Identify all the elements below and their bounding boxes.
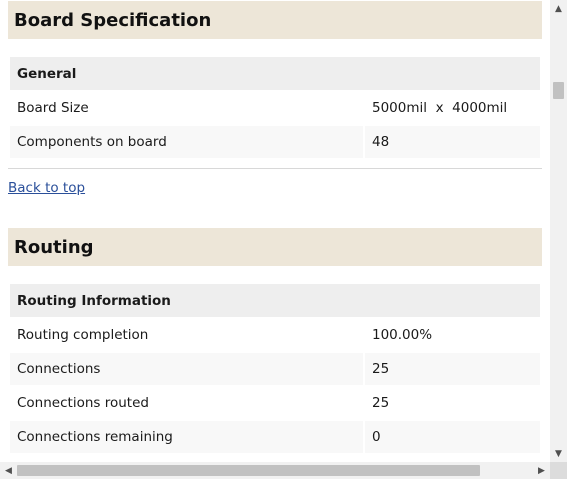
horizontal-scrollbar[interactable]: ◀ ▶ <box>0 462 550 479</box>
scroll-down-arrow-icon[interactable]: ▼ <box>550 445 567 462</box>
routing-header: Routing <box>8 228 542 266</box>
report-viewport: Board Specification General Board Size 5… <box>0 0 550 462</box>
scroll-right-arrow-icon[interactable]: ▶ <box>533 462 550 479</box>
group-label-general: General <box>10 57 540 90</box>
horizontal-scroll-thumb[interactable] <box>17 465 480 476</box>
row-value: 0 <box>365 421 540 453</box>
table-row: Components on board 48 <box>10 126 540 158</box>
group-label-routing-information: Routing Information <box>10 284 540 317</box>
row-value: 100.00% <box>365 319 540 351</box>
scroll-up-arrow-icon[interactable]: ▲ <box>550 0 567 17</box>
table-group-row: General <box>10 57 540 90</box>
row-label: Connections remaining <box>10 421 363 453</box>
row-label: Routing completion <box>10 319 363 351</box>
routing-table: Routing Information Routing completion 1… <box>8 282 542 455</box>
row-value: 25 <box>365 387 540 419</box>
board-spec-table: General Board Size 5000mil x 4000mil Com… <box>8 55 542 160</box>
vertical-scrollbar[interactable]: ▲ ▼ <box>550 0 567 462</box>
scrollbar-corner <box>550 462 567 479</box>
section-divider <box>8 168 542 169</box>
row-value: 25 <box>365 353 540 385</box>
row-value: 48 <box>365 126 540 158</box>
row-label: Components on board <box>10 126 363 158</box>
vertical-scroll-thumb[interactable] <box>553 82 564 99</box>
row-value: 5000mil x 4000mil <box>365 92 540 124</box>
table-row: Routing completion 100.00% <box>10 319 540 351</box>
row-label: Board Size <box>10 92 363 124</box>
row-label: Connections <box>10 353 363 385</box>
report-content: Board Specification General Board Size 5… <box>8 0 542 455</box>
table-row: Connections routed 25 <box>10 387 540 419</box>
table-row: Connections 25 <box>10 353 540 385</box>
scroll-left-arrow-icon[interactable]: ◀ <box>0 462 17 479</box>
table-row: Board Size 5000mil x 4000mil <box>10 92 540 124</box>
row-label: Connections routed <box>10 387 363 419</box>
table-row: Connections remaining 0 <box>10 421 540 453</box>
board-spec-header: Board Specification <box>8 1 542 39</box>
back-to-top-link[interactable]: Back to top <box>8 180 85 196</box>
table-group-row: Routing Information <box>10 284 540 317</box>
